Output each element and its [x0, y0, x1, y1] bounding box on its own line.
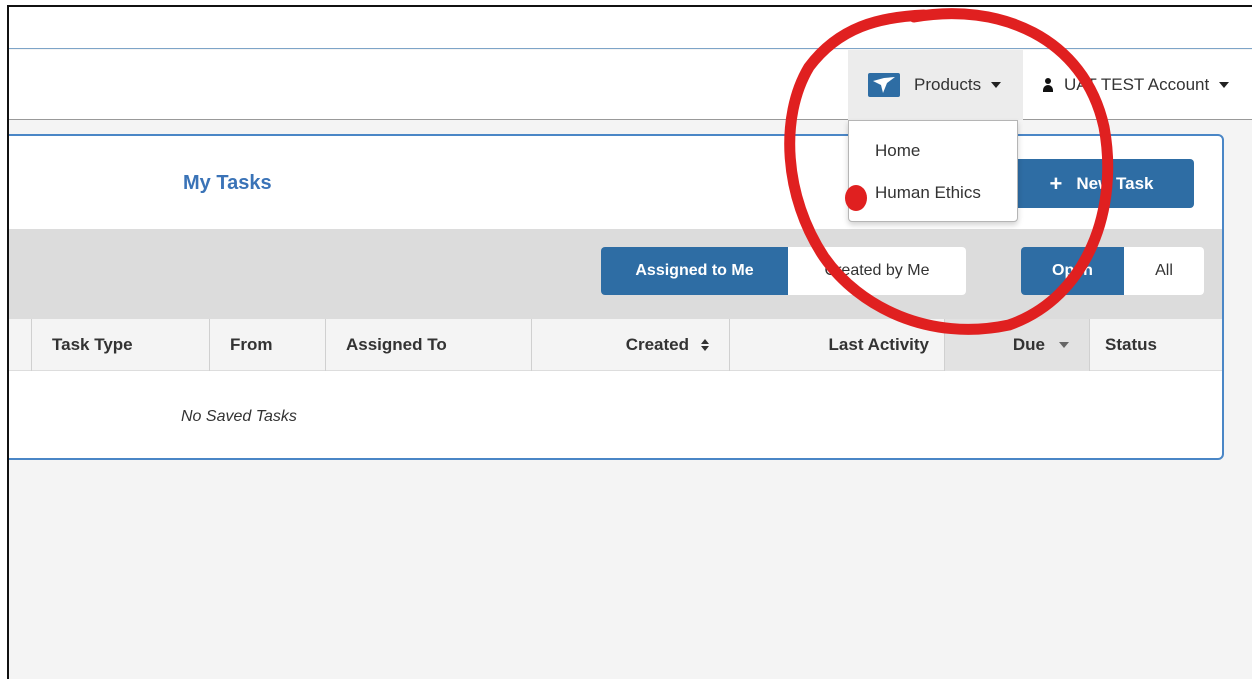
column-label: Due — [1012, 335, 1045, 354]
new-task-button[interactable]: + New Task — [1009, 159, 1194, 208]
menu-item-home[interactable]: Home — [875, 141, 920, 161]
chevron-down-icon — [991, 82, 1002, 88]
column-header-created[interactable]: Created — [531, 319, 729, 371]
top-strip — [9, 7, 1252, 49]
column-label: Created — [625, 335, 689, 354]
assigned-to-me-toggle[interactable]: Assigned to Me — [601, 247, 788, 295]
table-header: Task Type From Assigned To Created Last … — [9, 319, 1222, 371]
sort-icon — [701, 339, 709, 351]
products-menu-button[interactable]: Products — [848, 50, 1023, 120]
products-dropdown-menu: Home Human Ethics — [848, 120, 1018, 222]
filter-bar: Assigned to Me Created by Me Open All — [9, 229, 1222, 319]
app-window: Products UAT TEST Account My Tasks + New… — [7, 5, 1252, 679]
column-header-status[interactable]: Status — [1089, 319, 1222, 371]
column-label: Status — [1105, 335, 1157, 354]
column-header-due[interactable]: Due — [944, 319, 1089, 371]
products-label: Products — [914, 75, 982, 94]
empty-table-message: No Saved Tasks — [181, 408, 297, 425]
all-toggle[interactable]: All — [1124, 247, 1204, 295]
column-header-assigned-to[interactable]: Assigned To — [325, 319, 531, 371]
navbar: Products UAT TEST Account — [9, 50, 1252, 120]
account-menu-button[interactable]: UAT TEST Account — [1042, 50, 1230, 120]
menu-item-human-ethics[interactable]: Human Ethics — [875, 183, 981, 203]
chevron-down-icon — [1219, 82, 1230, 88]
open-toggle[interactable]: Open — [1021, 247, 1124, 295]
column-header-task-type[interactable]: Task Type — [31, 319, 209, 371]
column-header-last-activity[interactable]: Last Activity — [729, 319, 944, 371]
my-tasks-panel: My Tasks + New Task Assigned to Me Creat… — [9, 134, 1224, 460]
user-icon — [1042, 78, 1054, 92]
sort-desc-icon — [1059, 342, 1069, 348]
column-header-from[interactable]: From — [209, 319, 325, 371]
new-task-label: New Task — [1076, 173, 1154, 193]
product-logo-icon — [868, 73, 900, 97]
column-label: From — [230, 335, 273, 354]
created-by-me-toggle[interactable]: Created by Me — [788, 247, 966, 295]
account-label: UAT TEST Account — [1064, 75, 1210, 94]
plus-icon: + — [1049, 170, 1063, 196]
column-label: Assigned To — [346, 335, 447, 354]
column-label: Last Activity — [828, 335, 929, 354]
column-label: Task Type — [52, 335, 133, 354]
panel-title: My Tasks — [183, 172, 272, 194]
